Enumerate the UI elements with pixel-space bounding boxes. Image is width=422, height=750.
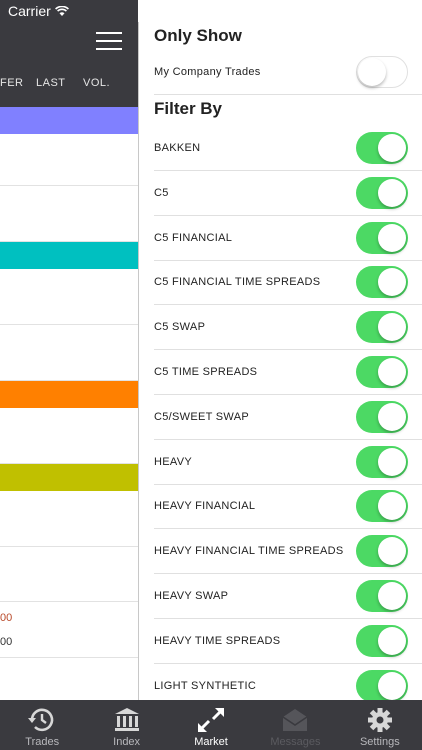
toggle-knob [378,671,406,700]
tab-label: Trades [25,736,60,748]
market-group-strip[interactable] [0,381,138,408]
filter-label: HEAVY [154,455,192,468]
tab-label: Market [194,736,228,748]
tab-settings[interactable]: Settings [338,700,422,750]
filter-label: HEAVY FINANCIAL TIME SPREADS [154,545,344,558]
tab-label: Settings [359,736,400,748]
filter-drawer: Only Show My Company Trades Filter By BA… [138,22,422,700]
filter-label: C5 FINANCIAL [154,231,233,244]
filter-toggle[interactable] [356,132,408,164]
market-row[interactable] [0,547,138,602]
filter-label: HEAVY TIME SPREADS [154,634,281,647]
filter-toggle[interactable] [356,400,408,433]
only-show-title: Only Show [154,26,242,45]
tab-label: Messages [270,736,321,748]
toggle-knob [378,268,406,297]
market-value: 00 [0,636,13,648]
expand-arrows-icon [196,705,226,735]
market-row[interactable] [0,186,138,242]
my-company-trades-label: My Company Trades [154,66,261,78]
filter-label: C5/SWEET SWAP [154,410,249,423]
filter-row: HEAVY FINANCIAL TIME SPREADS [154,529,422,575]
bank-icon [112,705,142,735]
filter-toggle[interactable] [356,669,408,700]
toggle-knob [378,447,406,476]
status-bar: Carrier 3:37 PM [0,0,422,22]
gear-icon [365,705,395,735]
filter-toggle[interactable] [356,221,408,254]
my-company-trades-toggle[interactable] [356,56,408,88]
market-row[interactable] [0,491,138,547]
toggle-knob [378,582,406,610]
carrier-label: Carrier [8,3,51,19]
column-offer[interactable]: FER [0,77,24,89]
market-screen: FER LAST VOL. 00 00 [0,0,138,700]
market-row[interactable]: 00 00 [0,602,138,658]
wifi-icon [54,5,69,16]
tab-trades[interactable]: Trades [0,700,84,750]
filter-row: C5 FINANCIAL [154,216,422,261]
menu-icon[interactable] [96,32,122,50]
toggle-knob [378,178,406,207]
market-group-strip[interactable] [0,464,138,491]
battery-icon [390,5,416,17]
filter-row: C5/SWEET SWAP [154,395,422,440]
toggle-knob [378,358,406,386]
status-left: Carrier [8,3,69,19]
market-group-strip[interactable] [0,242,138,269]
tab-market[interactable]: Market [169,700,253,750]
market-row[interactable] [0,408,138,464]
history-icon [27,705,57,735]
market-row[interactable] [0,269,138,325]
market-value: 00 [0,612,13,624]
filter-row: HEAVY SWAP [154,574,422,619]
tab-messages[interactable]: Messages [253,700,337,750]
market-group-strip[interactable] [0,107,138,134]
filter-row: HEAVY FINANCIAL [154,484,422,530]
filter-toggle[interactable] [356,580,408,612]
filter-label: C5 SWAP [154,321,206,334]
filter-row: C5 FINANCIAL TIME SPREADS [154,260,422,306]
toggle-knob [378,134,406,162]
tab-index[interactable]: Index [84,700,168,750]
filter-label: C5 TIME SPREADS [154,366,258,378]
filter-toggle[interactable] [356,356,408,388]
toggle-knob [358,58,386,86]
filter-label: C5 FINANCIAL TIME SPREADS [154,276,321,289]
filter-toggle[interactable] [356,490,408,523]
market-row[interactable] [0,325,138,381]
column-last[interactable]: LAST [36,77,66,89]
toggle-knob [378,626,406,655]
filter-toggle[interactable] [356,176,408,209]
filter-toggle[interactable] [356,445,408,478]
toggle-knob [378,402,406,431]
toggle-knob [378,313,406,342]
filter-toggle[interactable] [356,311,408,344]
filter-toggle[interactable] [356,535,408,568]
filter-toggle[interactable] [356,266,408,299]
toggle-knob [378,492,406,521]
filter-row: HEAVY TIME SPREADS [154,619,422,664]
tab-bar: Trades Index Market Messages Settings [0,700,422,750]
envelope-icon [280,705,310,735]
filter-row: C5 [154,171,422,216]
tab-label: Index [113,736,141,748]
filter-label: LIGHT SYNTHETIC [154,679,257,692]
filter-row: HEAVY [154,440,422,485]
filter-by-title: Filter By [154,99,223,118]
filter-label: HEAVY SWAP [154,590,229,602]
column-volume[interactable]: VOL. [83,77,110,89]
filter-row: BAKKEN [154,126,422,171]
market-row[interactable] [0,134,138,186]
filter-toggle[interactable] [356,624,408,657]
filter-label: C5 [154,186,169,199]
filter-row: C5 SWAP [154,305,422,351]
filter-label: HEAVY FINANCIAL [154,500,256,513]
filter-row: C5 TIME SPREADS [154,350,422,395]
my-company-trades-row: My Company Trades [154,50,422,95]
toggle-knob [378,223,406,252]
toggle-knob [378,537,406,566]
filter-label: BAKKEN [154,142,201,154]
filter-row: LIGHT SYNTHETIC [154,664,422,700]
